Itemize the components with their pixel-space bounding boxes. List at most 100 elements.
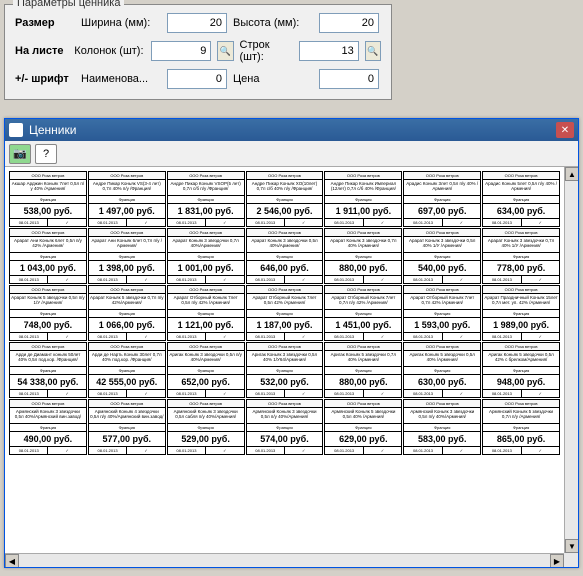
card-origin: Франция	[404, 253, 480, 261]
card-origin: Франция	[89, 424, 165, 432]
card-origin: Франция	[325, 310, 401, 318]
search-icon[interactable]: 🔍	[217, 41, 233, 61]
card-date: 08.01.2013	[483, 333, 521, 340]
card-product: Армянский Коньяк 3 звездочки 0,5л сабля …	[168, 408, 244, 424]
price-card: ООО Роза ветровАригак Коньяк 3 звездочки…	[246, 342, 324, 398]
price-card: ООО Роза ветровАрарат Ани Коньяк 6лет 0,…	[88, 228, 166, 284]
card-date: 08.01.2013	[168, 447, 206, 454]
card-sign: ✓	[206, 219, 243, 226]
card-date: 08.01.2013	[247, 333, 285, 340]
search-icon[interactable]: 🔍	[365, 41, 381, 61]
price-card: ООО Роза ветровАндре Пикар Коньяк Импери…	[324, 171, 402, 227]
card-date: 08.01.2013	[483, 447, 521, 454]
camera-icon[interactable]: 📷	[9, 144, 31, 164]
card-sign: ✓	[127, 333, 164, 340]
card-product: Арди де Нарть Коньяк 30лет 0,7л 40% под.…	[89, 351, 165, 367]
card-product: Арарат Отборный Коньяк 7лет 0,7л 42% /Ар…	[404, 294, 480, 310]
price-card: ООО Роза ветровАрарат Отборный Коньяк 7л…	[246, 285, 324, 341]
card-company: ООО Роза ветров	[168, 343, 244, 351]
card-company: ООО Роза ветров	[325, 172, 401, 180]
card-company: ООО Роза ветров	[168, 400, 244, 408]
card-company: ООО Роза ветров	[483, 286, 559, 294]
card-price: 1 989,00 руб.	[483, 318, 559, 333]
input-height[interactable]	[319, 13, 379, 33]
card-origin: Франция	[247, 196, 323, 204]
card-sign: ✓	[285, 447, 322, 454]
card-origin: Франция	[89, 196, 165, 204]
card-sign: ✓	[48, 276, 85, 283]
price-card: ООО Роза ветровАрмянский Коньяк 4 звездо…	[88, 399, 166, 455]
label-width: Ширина (мм):	[81, 17, 161, 29]
price-card: ООО Роза ветровАригак Коньяк 5 звездочки…	[324, 342, 402, 398]
card-date: 08.01.2013	[325, 276, 363, 283]
input-width[interactable]	[167, 13, 227, 33]
card-origin: Франция	[10, 253, 86, 261]
scrollbar-vertical[interactable]: ▲ ▼	[564, 167, 578, 553]
input-price-font[interactable]	[319, 69, 379, 89]
card-company: ООО Роза ветров	[325, 343, 401, 351]
card-company: ООО Роза ветров	[10, 229, 86, 237]
card-date: 08.01.2013	[404, 390, 442, 397]
card-company: ООО Роза ветров	[10, 400, 86, 408]
card-date: 08.01.2013	[404, 447, 442, 454]
card-product: Арарат Коньяк 5 звездочки 0,7л п/у 42%/А…	[89, 294, 165, 310]
card-company: ООО Роза ветров	[404, 400, 480, 408]
card-origin: Франция	[247, 424, 323, 432]
card-date: 08.01.2013	[10, 333, 48, 340]
scrollbar-horizontal[interactable]: ◀ ▶	[5, 553, 564, 567]
card-origin: Франция	[483, 196, 559, 204]
card-price: 1 398,00 руб.	[89, 261, 165, 276]
card-sign: ✓	[522, 447, 559, 454]
price-card: ООО Роза ветровАрарат Отборный Коньяк 7л…	[324, 285, 402, 341]
card-company: ООО Роза ветров	[325, 286, 401, 294]
card-origin: Франция	[89, 367, 165, 375]
card-date: 08.01.2013	[404, 276, 442, 283]
card-company: ООО Роза ветров	[10, 172, 86, 180]
card-product: Арарат Отборный Коньяк 7лет 0,5л 42% /Ар…	[247, 294, 323, 310]
card-date: 08.01.2013	[10, 447, 48, 454]
price-card: ООО Роза ветровАндре Пикар Коньяк VS(3-4…	[88, 171, 166, 227]
card-product: Армянский Коньяк 5 звездочки 0,5л 40% /А…	[325, 408, 401, 424]
card-date: 08.01.2013	[89, 333, 127, 340]
price-card: ООО Роза ветровАкшар Арджин Коньяк 7лет …	[9, 171, 87, 227]
card-product: Андре Пикар Коньяк XO(10лет) 0,7л с/б 40…	[247, 180, 323, 196]
card-product: Аригак Коньяк 5 звездочки 0,7л 40% /Арме…	[325, 351, 401, 367]
chevron-down-icon[interactable]: ▼	[565, 539, 578, 553]
price-card: ООО Роза ветровАрарат Коньяк 3 звездочки…	[246, 228, 324, 284]
params-panel: Параметры ценника Размер Ширина (мм): Вы…	[4, 4, 392, 100]
app-icon	[9, 123, 23, 137]
card-date: 08.01.2013	[325, 333, 363, 340]
card-sign: ✓	[522, 276, 559, 283]
card-sign: ✓	[443, 333, 480, 340]
card-product: Андре Пикар Коньяк VSOP(5 лет) 0,7л с/б …	[168, 180, 244, 196]
card-date: 08.01.2013	[483, 390, 521, 397]
label-font: +/- шрифт	[15, 73, 75, 85]
card-price: 646,00 руб.	[247, 261, 323, 276]
input-rows[interactable]	[299, 41, 359, 61]
close-icon[interactable]: ✕	[556, 122, 574, 138]
card-product: Арарат Праздничный Коньяк 15лет 0,7л мет…	[483, 294, 559, 310]
price-card: ООО Роза ветровАрарат Коньяк 5 звездочки…	[88, 285, 166, 341]
chevron-right-icon[interactable]: ▶	[550, 554, 564, 567]
window-title: Ценники	[29, 123, 556, 137]
card-price: 880,00 руб.	[325, 375, 401, 390]
input-cols[interactable]	[151, 41, 211, 61]
card-sign: ✓	[285, 219, 322, 226]
card-price: 778,00 руб.	[483, 261, 559, 276]
price-card: ООО Роза ветровАндре Пикар Коньяк XO(10л…	[246, 171, 324, 227]
input-name-font[interactable]	[167, 69, 227, 89]
card-sign: ✓	[127, 219, 164, 226]
card-company: ООО Роза ветров	[89, 229, 165, 237]
chevron-up-icon[interactable]: ▲	[565, 167, 578, 181]
price-card: ООО Роза ветровАрарат Коньяк 3 звездочки…	[482, 228, 560, 284]
card-sign: ✓	[285, 390, 322, 397]
toolbar: 📷 ?	[5, 141, 578, 167]
help-icon[interactable]: ?	[35, 144, 57, 164]
card-sign: ✓	[285, 276, 322, 283]
card-product: Арарат Коньяк 3 звездочки 0,7л 40% /Арме…	[325, 237, 401, 253]
card-sign: ✓	[522, 219, 559, 226]
card-price: 529,00 руб.	[168, 432, 244, 447]
chevron-left-icon[interactable]: ◀	[5, 554, 19, 567]
card-price: 629,00 руб.	[325, 432, 401, 447]
card-origin: Франция	[168, 253, 244, 261]
